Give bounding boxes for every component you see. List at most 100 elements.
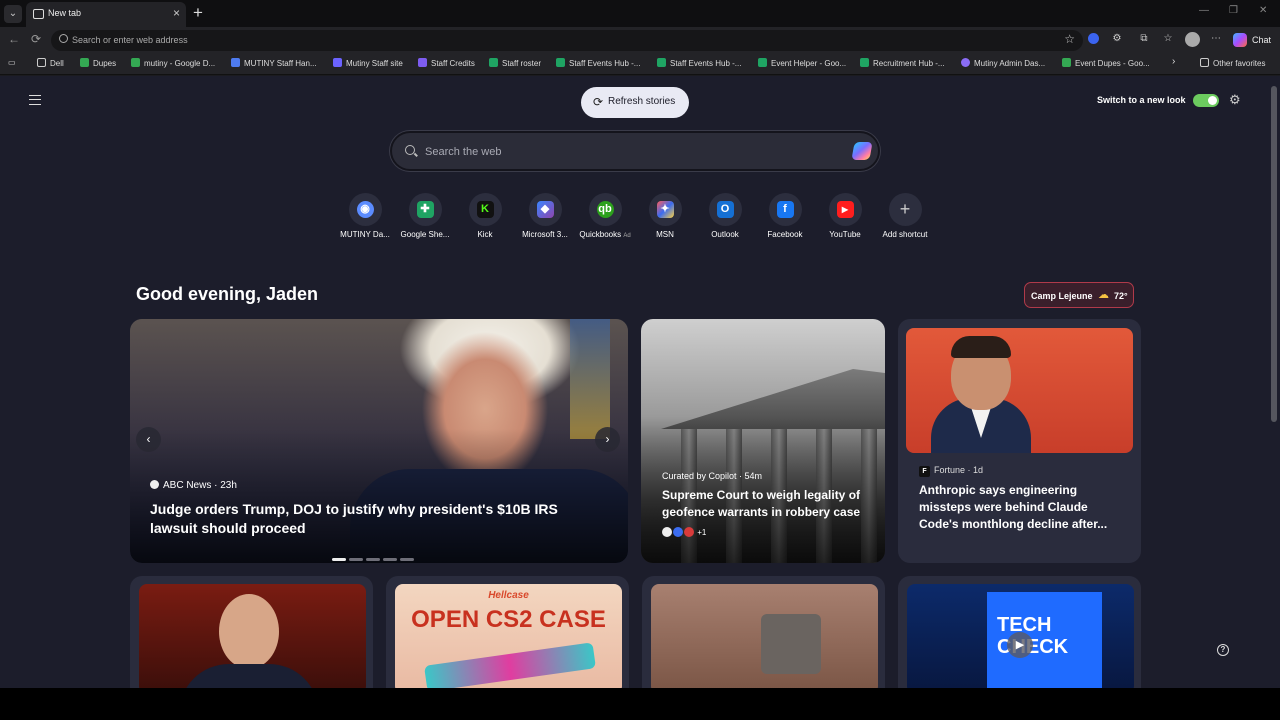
shortcut-quickbooks[interactable]: qb Quickbooks Ad bbox=[575, 193, 635, 239]
story-card-supreme-court[interactable]: Curated by Copilot · 54m Supreme Court t… bbox=[641, 319, 885, 563]
more-menu-icon[interactable]: ⋯ bbox=[1210, 33, 1222, 45]
hellcase-logo: Hellcase bbox=[488, 590, 529, 601]
copilot-logo-icon bbox=[1233, 33, 1247, 47]
shortcut-label: Microsoft 3... bbox=[522, 230, 568, 239]
address-bar[interactable]: Search or enter web address ☆ bbox=[51, 30, 1083, 51]
close-tab-icon[interactable]: × bbox=[173, 6, 180, 20]
split-screen-icon[interactable]: ⧉ bbox=[1138, 33, 1150, 45]
story-card[interactable] bbox=[642, 576, 885, 688]
other-favorites[interactable]: Other favorites bbox=[1200, 58, 1265, 70]
address-placeholder: Search or enter web address bbox=[72, 35, 188, 45]
shortcut-microsoft-365[interactable]: ◆ Microsoft 3... bbox=[515, 193, 575, 239]
card2-headline: Supreme Court to weigh legality of geofe… bbox=[662, 488, 861, 519]
bookmark-item[interactable]: MUTINY Staff Han... bbox=[231, 58, 317, 70]
add-shortcut[interactable]: + Add shortcut bbox=[875, 193, 935, 239]
more-sources-count: +1 bbox=[697, 528, 707, 537]
reload-icon[interactable]: ⟳ bbox=[31, 32, 41, 46]
microsoft365-icon: ◆ bbox=[528, 193, 562, 226]
menu-hamburger-icon[interactable] bbox=[29, 95, 41, 105]
bookmark-item[interactable]: Mutiny Admin Das... bbox=[961, 58, 1045, 70]
bookmark-item[interactable]: Staff Credits bbox=[418, 58, 475, 70]
web-search-box[interactable]: Search the web bbox=[390, 131, 880, 171]
rifle-image bbox=[424, 642, 596, 688]
carousel-next-icon[interactable]: › bbox=[595, 427, 620, 452]
mars-rover-image bbox=[651, 584, 878, 688]
facebook-icon: f bbox=[768, 193, 802, 226]
play-icon[interactable]: ▶ bbox=[1007, 632, 1033, 658]
quickbooks-icon: qb bbox=[588, 193, 622, 226]
bookmark-item[interactable]: Recruitment Hub -... bbox=[860, 58, 945, 70]
gear-icon[interactable]: ⚙ bbox=[1229, 92, 1241, 108]
shortcut-mutiny[interactable]: ◉ MUTINY Da... bbox=[335, 193, 395, 239]
bookmark-item[interactable]: Dell bbox=[37, 58, 64, 70]
refresh-stories-button[interactable]: ⟳ Refresh stories bbox=[581, 87, 689, 118]
carousel-dot[interactable] bbox=[332, 558, 346, 561]
folder-icon bbox=[1200, 58, 1209, 67]
source-avatars: +1 bbox=[662, 527, 706, 537]
back-arrow-icon[interactable]: ← bbox=[8, 32, 20, 46]
search-icon bbox=[405, 145, 415, 155]
bookmarks-menu-icon[interactable]: ▭ bbox=[8, 58, 16, 70]
bookmark-item[interactable]: Event Helper - Goo... bbox=[758, 58, 846, 70]
tab-new-tab[interactable]: New tab × bbox=[26, 2, 186, 27]
bookmark-item[interactable]: Event Dupes - Goo... bbox=[1062, 58, 1150, 70]
tab-title: New tab bbox=[48, 8, 82, 18]
ad-tag: Ad bbox=[623, 233, 631, 239]
new-look-toggle[interactable] bbox=[1193, 94, 1219, 107]
bookmark-item[interactable]: Mutiny Staff site bbox=[333, 58, 403, 70]
story-card[interactable] bbox=[130, 576, 373, 688]
story-card-anthropic[interactable]: F Fortune · 1d Anthropic says engineering… bbox=[898, 319, 1141, 563]
scrollbar[interactable] bbox=[1271, 86, 1277, 422]
new-tab-page-icon bbox=[33, 9, 44, 19]
copilot-icon[interactable] bbox=[851, 142, 873, 160]
bookmark-item[interactable]: Staff Events Hub -... bbox=[657, 58, 741, 70]
shortcut-facebook[interactable]: f Facebook bbox=[755, 193, 815, 239]
minimize-icon[interactable]: — bbox=[1199, 5, 1209, 16]
shortcut-label: Google She... bbox=[400, 230, 450, 239]
shortcut-msn[interactable]: ✦ MSN bbox=[635, 193, 695, 239]
toggle-knob bbox=[1208, 96, 1217, 105]
shortcut-label: Quickbooks Ad bbox=[579, 230, 631, 239]
sheets-icon bbox=[860, 58, 869, 67]
hero-story-card[interactable]: ‹ › ABC News · 23h Judge orders Trump, D… bbox=[130, 319, 628, 563]
tab-actions-menu-icon[interactable]: ⌄ bbox=[4, 5, 22, 23]
carousel-dot[interactable] bbox=[400, 558, 414, 561]
favorite-star-icon[interactable]: ☆ bbox=[1064, 32, 1075, 46]
story-card-ad[interactable]: Hellcase OPEN CS2 CASE bbox=[386, 576, 629, 688]
tab-strip: ⌄ New tab × + — ❐ ✕ bbox=[0, 0, 1280, 27]
carousel-dot[interactable] bbox=[349, 558, 363, 561]
mutiny-icon: ◉ bbox=[348, 193, 382, 226]
extensions-puzzle-icon[interactable]: ⚙ bbox=[1111, 33, 1123, 45]
help-icon[interactable]: ? bbox=[1217, 644, 1229, 656]
bookmark-item[interactable]: Staff roster bbox=[489, 58, 541, 70]
carousel-prev-icon[interactable]: ‹ bbox=[136, 427, 161, 452]
new-tab-plus-icon[interactable]: + bbox=[193, 3, 203, 23]
hero-headline: Judge orders Trump, DOJ to justify why p… bbox=[150, 501, 558, 536]
bookmarks-overflow-chevron-icon[interactable]: › bbox=[1172, 56, 1175, 68]
carousel-dot[interactable] bbox=[366, 558, 380, 561]
shortcut-youtube[interactable]: ▶ YouTube bbox=[815, 193, 875, 239]
weather-widget[interactable]: Camp Lejeune ☁ 72° bbox=[1024, 282, 1134, 308]
card-image: TECHCHECK ▶ bbox=[907, 584, 1134, 688]
bookmark-item[interactable]: mutiny - Google D... bbox=[131, 58, 215, 70]
card-image bbox=[139, 584, 366, 688]
story-card-video[interactable]: TECHCHECK ▶ bbox=[898, 576, 1141, 688]
outlook-icon: O bbox=[708, 193, 742, 226]
shortcut-kick[interactable]: K Kick bbox=[455, 193, 515, 239]
carousel-dot[interactable] bbox=[383, 558, 397, 561]
close-window-icon[interactable]: ✕ bbox=[1259, 5, 1267, 16]
card-image: Hellcase OPEN CS2 CASE bbox=[395, 584, 622, 688]
bookmark-item[interactable]: Staff Events Hub -... bbox=[556, 58, 640, 70]
refresh-icon: ⟳ bbox=[593, 95, 604, 109]
source-avatar bbox=[684, 527, 694, 537]
profile-avatar[interactable] bbox=[1185, 32, 1200, 47]
refresh-label: Refresh stories bbox=[608, 96, 676, 107]
shortcut-outlook[interactable]: O Outlook bbox=[695, 193, 755, 239]
restore-icon[interactable]: ❐ bbox=[1229, 5, 1238, 16]
shortcut-google-sheets[interactable]: ✚ Google She... bbox=[395, 193, 455, 239]
forms-icon bbox=[418, 58, 427, 67]
sheets-icon bbox=[489, 58, 498, 67]
extension-icon[interactable] bbox=[1088, 33, 1099, 44]
bookmark-item[interactable]: Dupes bbox=[80, 58, 116, 70]
favorites-icon[interactable]: ☆ bbox=[1162, 33, 1174, 45]
